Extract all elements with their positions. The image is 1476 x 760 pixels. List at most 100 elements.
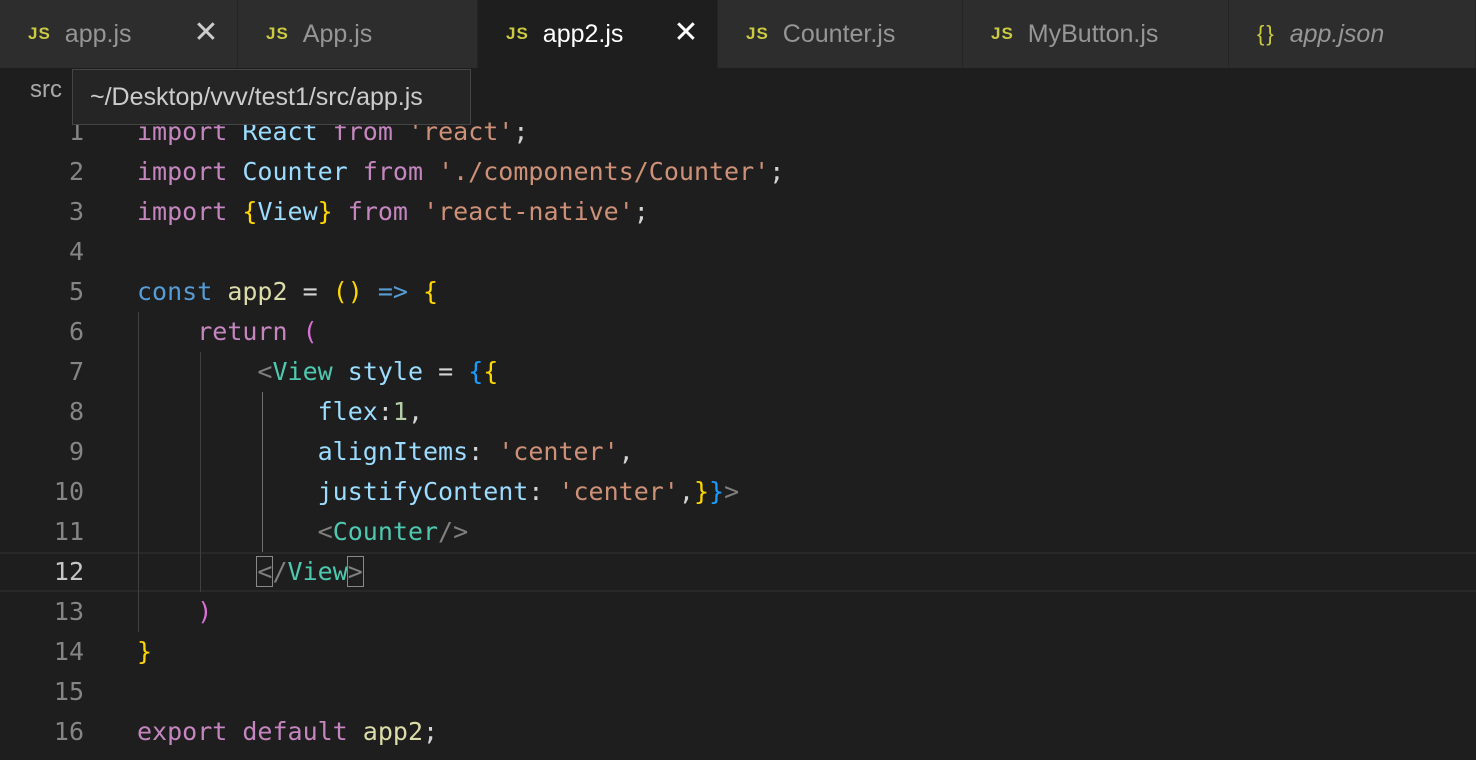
code-text: import {View} from 'react-native';	[137, 192, 649, 232]
json-file-icon: {}	[1257, 21, 1276, 46]
tab-label: App.js	[302, 19, 373, 48]
code-text: return (	[137, 312, 318, 352]
code-token: ;	[513, 117, 529, 146]
code-editor[interactable]: 1 import React from 'react'; 2 import Count…	[0, 112, 1476, 760]
code-token: )	[197, 597, 213, 626]
code-line[interactable]: 12 </View>	[0, 552, 1476, 592]
breadcrumb[interactable]: src	[30, 76, 62, 104]
line-number: 10	[53, 477, 84, 506]
code-text: const app2 = () => {	[137, 272, 438, 312]
code-token: flex	[317, 397, 378, 426]
code-line[interactable]: 8 flex:1,	[0, 392, 1476, 432]
code-token: {	[483, 357, 499, 386]
code-token: import	[137, 197, 228, 226]
code-line[interactable]: 16 export default app2;	[0, 712, 1476, 752]
tab-app-json[interactable]: {} app.json	[1229, 0, 1476, 68]
code-token: :	[468, 437, 499, 466]
tab-counter-js[interactable]: JS Counter.js	[718, 0, 963, 68]
code-line[interactable]: 15	[0, 672, 1476, 712]
code-line[interactable]: 13 )	[0, 592, 1476, 632]
code-token: app2	[362, 717, 424, 746]
line-number: 15	[53, 677, 84, 706]
line-number: 5	[68, 277, 84, 306]
code-token: 'react-native'	[423, 197, 634, 226]
tab-label: MyButton.js	[1027, 19, 1159, 48]
code-token: const	[137, 277, 213, 306]
code-line[interactable]: 4	[0, 232, 1476, 272]
code-token: ;	[769, 157, 785, 186]
tab-mybutton-js[interactable]: JS MyButton.js	[963, 0, 1229, 68]
code-token: <	[257, 357, 273, 386]
tab-app2-js[interactable]: JS app2.js ✕	[478, 0, 718, 68]
line-number: 6	[68, 317, 84, 346]
code-token: app2	[227, 277, 288, 306]
code-token: {	[423, 277, 439, 306]
close-icon[interactable]: ✕	[673, 18, 699, 48]
code-token: ;	[423, 717, 439, 746]
code-token: from	[347, 197, 408, 226]
code-token: View	[287, 557, 348, 586]
code-text: alignItems: 'center',	[137, 432, 634, 472]
code-token: ,	[407, 397, 424, 426]
code-line[interactable]: 9 alignItems: 'center',	[0, 432, 1476, 472]
code-token: default	[242, 717, 348, 746]
line-number: 16	[53, 717, 84, 746]
code-token: import	[137, 157, 228, 186]
editor-tab-bar: JS app.js ✕ JS App.js JS app2.js ✕ JS Co…	[0, 0, 1476, 68]
code-token: justifyContent	[317, 477, 529, 506]
code-token: {	[242, 197, 258, 226]
tab-label: app2.js	[542, 19, 624, 48]
code-token: ,	[618, 437, 634, 466]
code-line[interactable]: 7 <View style = {{	[0, 352, 1476, 392]
code-token: './components/Counter'	[438, 157, 770, 186]
tab-app-js[interactable]: JS app.js ✕	[0, 0, 238, 68]
code-line[interactable]: 2 import Counter from './components/Count…	[0, 152, 1476, 192]
line-number: 13	[53, 597, 84, 626]
code-line[interactable]: 11 <Counter/>	[0, 512, 1476, 552]
code-token: export	[137, 717, 228, 746]
javascript-file-icon: JS	[266, 24, 289, 43]
tab-App-js[interactable]: JS App.js	[238, 0, 478, 68]
code-token: }	[693, 477, 709, 506]
code-text: </View>	[137, 554, 364, 590]
code-token: from	[362, 157, 424, 186]
code-text: )	[137, 592, 212, 632]
code-token: Counter	[332, 517, 439, 546]
code-token: =>	[377, 277, 408, 306]
code-token: View	[272, 357, 333, 386]
code-token: =	[287, 277, 333, 306]
code-token: }	[317, 197, 333, 226]
code-line[interactable]: 6 return (	[0, 312, 1476, 352]
code-text: import Counter from './components/Counte…	[137, 152, 784, 192]
line-number: 2	[68, 157, 84, 186]
code-token: =	[423, 357, 469, 386]
code-text: flex:1,	[137, 392, 423, 432]
indent-guide	[138, 312, 139, 632]
code-text: export default app2;	[137, 712, 438, 752]
line-number: 9	[68, 437, 84, 466]
code-token: >	[346, 556, 364, 587]
code-token: :	[528, 477, 559, 506]
code-line[interactable]: 5 const app2 = () => {	[0, 272, 1476, 312]
code-line[interactable]: 3 import {View} from 'react-native';	[0, 192, 1476, 232]
code-text: }	[137, 632, 152, 672]
code-line[interactable]: 14}	[0, 632, 1476, 672]
code-token: />	[438, 517, 469, 546]
code-token: (	[302, 317, 318, 346]
code-line[interactable]: 10 justifyContent: 'center',}}>	[0, 472, 1476, 512]
code-token: Counter	[242, 157, 348, 186]
code-text: justifyContent: 'center',}}>	[137, 472, 740, 512]
close-icon[interactable]: ✕	[193, 18, 219, 48]
